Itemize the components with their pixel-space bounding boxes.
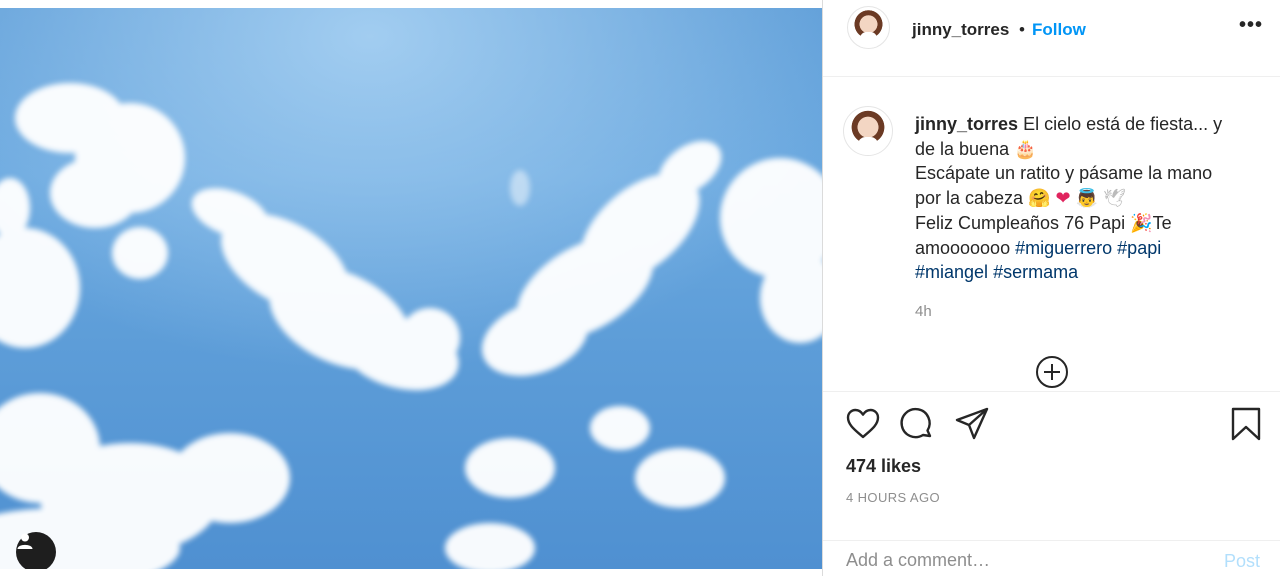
comment-bar: Post xyxy=(823,540,1280,576)
separator-dot: • xyxy=(1019,20,1025,39)
user-tags-button[interactable] xyxy=(16,532,56,569)
post-image[interactable] xyxy=(0,8,822,569)
party-popper-emoji-icon: 🎉 xyxy=(1130,212,1153,233)
caption-line-4: por la cabeza xyxy=(915,188,1024,209)
more-options-icon[interactable]: ••• xyxy=(1239,14,1263,37)
hug-emoji-icon: 🤗 xyxy=(1028,188,1051,209)
caption-line-1: El cielo está de fiesta... y xyxy=(1023,114,1223,134)
caption-line-5: Feliz Cumpleaños 76 Papi xyxy=(915,212,1126,233)
user-icon xyxy=(17,533,33,549)
post-comment-button[interactable]: Post xyxy=(1224,551,1260,572)
angel-emoji-icon: 👼 xyxy=(1075,188,1099,209)
sky-clouds-illustration xyxy=(0,8,822,569)
author-avatar[interactable] xyxy=(847,6,890,49)
cake-emoji-icon: 🎂 xyxy=(1014,138,1037,159)
plus-circle-icon[interactable] xyxy=(1035,355,1069,389)
paper-plane-icon[interactable] xyxy=(954,406,990,442)
heart-emoji-icon: ❤ xyxy=(1055,188,1071,209)
caption-line-3: Escápate un ratito y pásame la mano xyxy=(915,163,1213,184)
hashtag-link[interactable]: #sermama xyxy=(993,262,1078,282)
post-side-panel: jinny_torres • Follow ••• jinny_torres E… xyxy=(823,0,1280,576)
follow-button[interactable]: Follow xyxy=(1032,20,1086,40)
caption-line-2: de la buena xyxy=(915,138,1010,159)
post-timestamp[interactable]: 4 HOURS AGO xyxy=(846,490,940,505)
hashtag-link[interactable]: #papi xyxy=(1117,238,1161,258)
author-username[interactable]: jinny_torres xyxy=(912,20,1009,40)
caption-username[interactable]: jinny_torres xyxy=(915,114,1018,134)
dove-emoji-icon: 🕊 xyxy=(1103,188,1126,209)
caption-timestamp[interactable]: 4h xyxy=(915,303,932,320)
post-caption: jinny_torres El cielo está de fiesta... … xyxy=(915,112,1245,285)
bookmark-icon[interactable] xyxy=(1228,406,1264,442)
caption-line-6: amooooooo xyxy=(915,237,1011,258)
caption-line-5b: Te xyxy=(1152,212,1172,233)
comment-icon[interactable] xyxy=(899,406,935,442)
likes-count[interactable]: 474 likes xyxy=(846,456,921,477)
hashtag-link[interactable]: #miangel xyxy=(915,262,988,282)
post-header: jinny_torres • Follow ••• xyxy=(823,0,1280,77)
caption-section: jinny_torres El cielo está de fiesta... … xyxy=(823,78,1280,390)
comment-input[interactable] xyxy=(846,550,1206,571)
hashtag-link[interactable]: #miguerrero xyxy=(1015,238,1112,258)
caption-avatar[interactable] xyxy=(843,106,893,156)
heart-icon[interactable] xyxy=(845,406,881,442)
